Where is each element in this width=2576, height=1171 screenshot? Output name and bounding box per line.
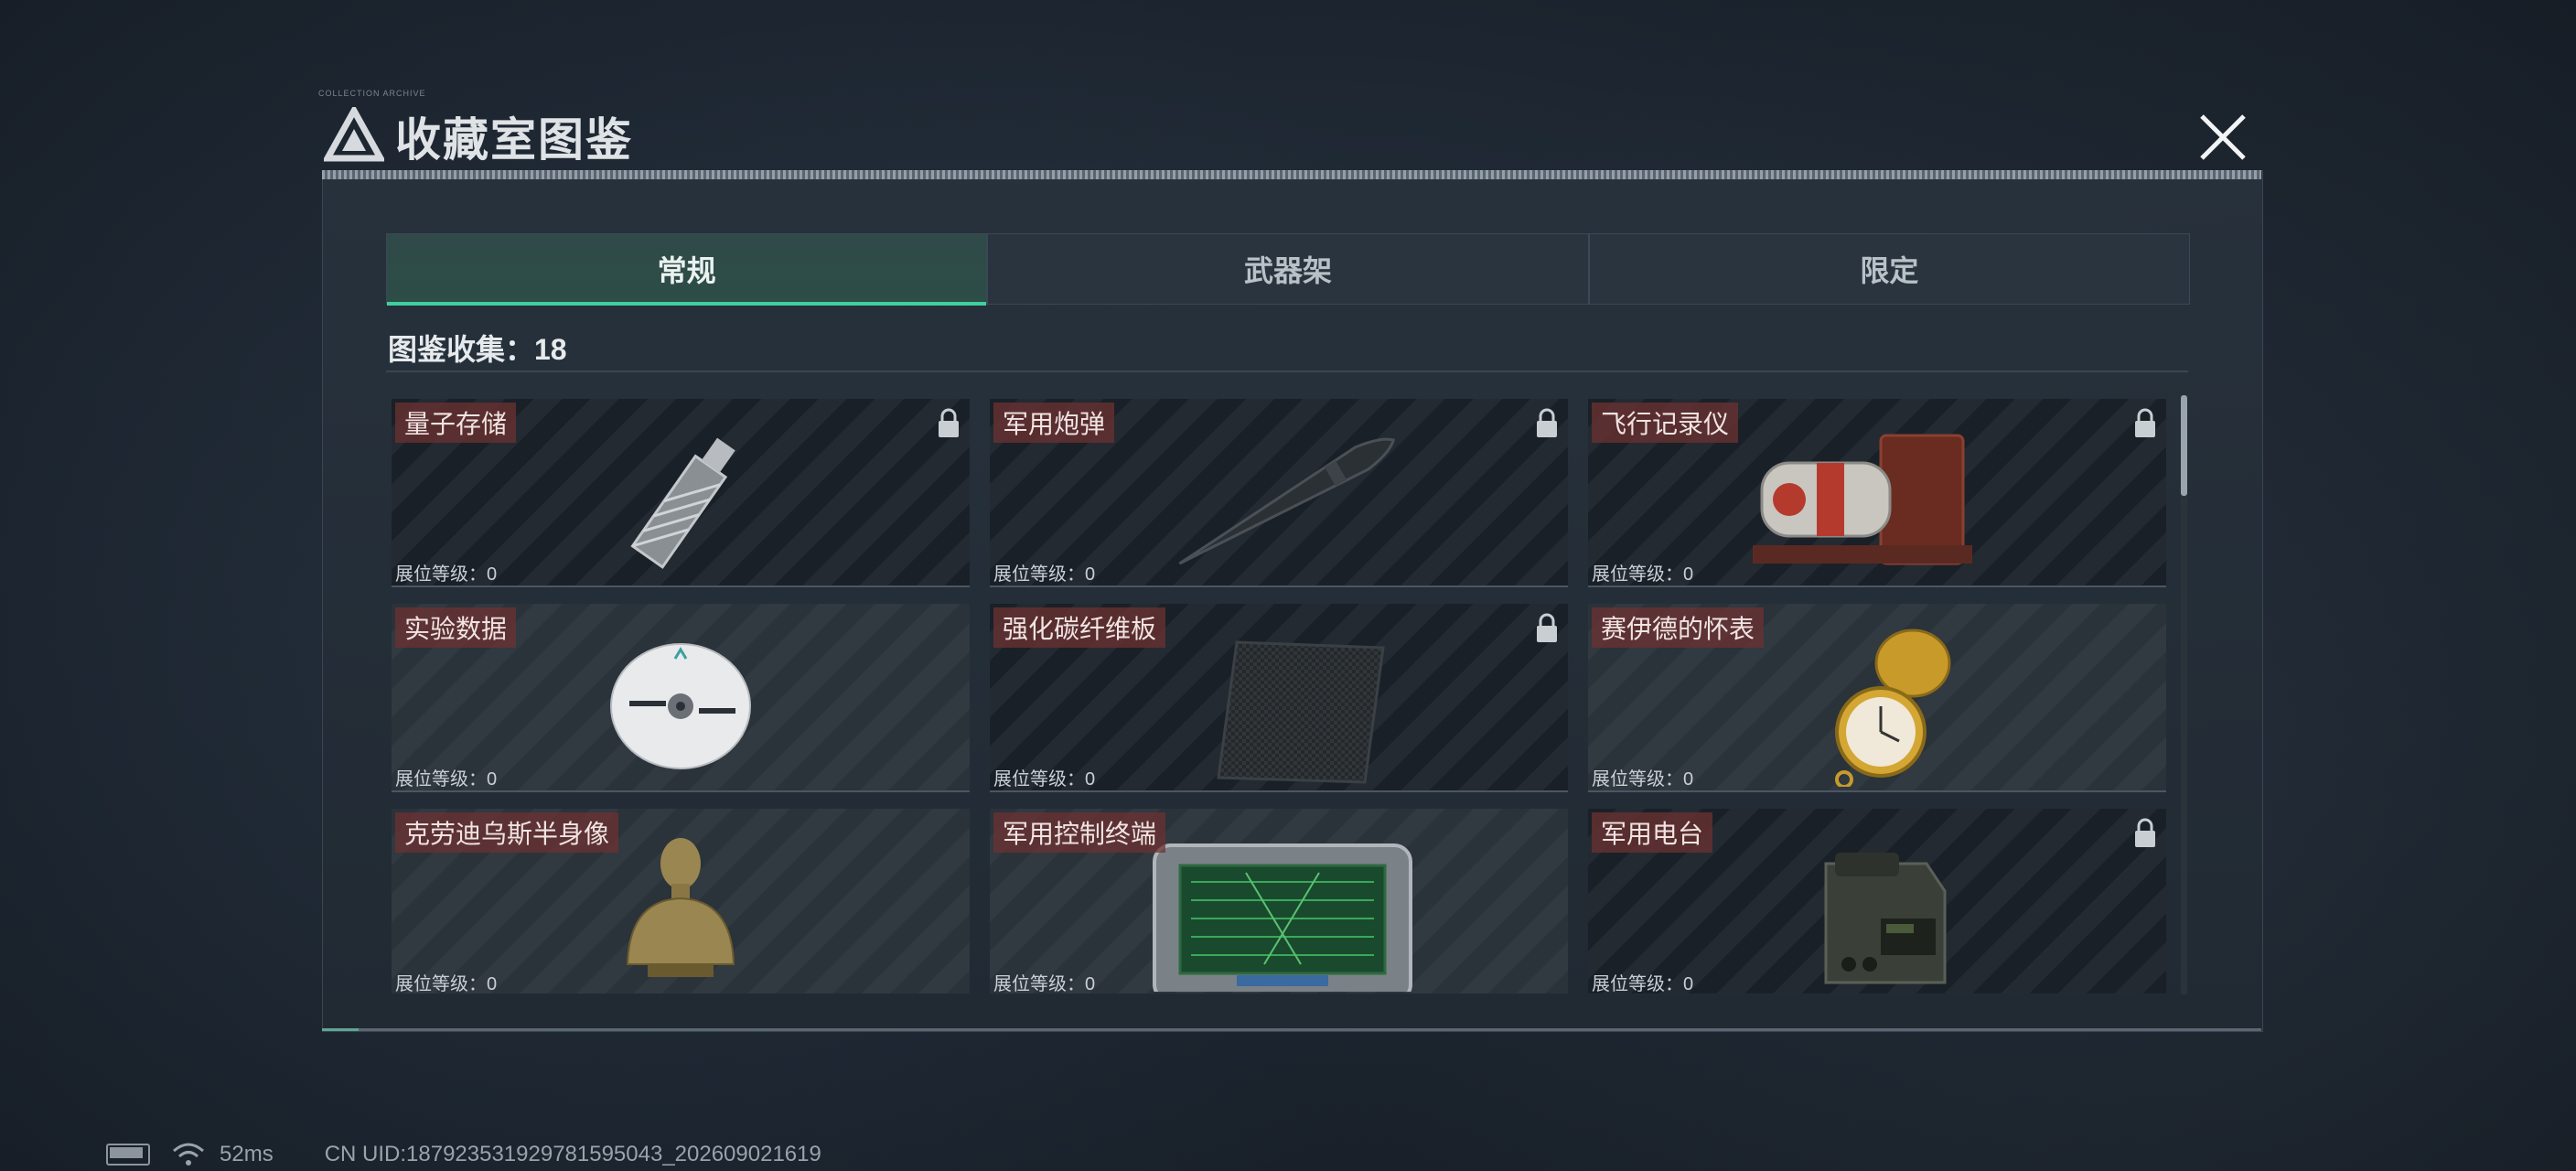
window-header: COLLECTION ARCHIVE 收藏室图鉴 [311,89,2264,171]
control-terminal-icon [1153,843,1412,992]
user-uid: CN UID:187923531929781595043_20260902161… [324,1142,821,1166]
item-name: 军用电台 [1592,812,1713,853]
ping-readout: 52ms [220,1142,274,1166]
item-card-experiment-data[interactable]: 实验数据 展位等级：0 [392,604,970,792]
item-name: 克劳迪乌斯半身像 [395,812,619,853]
lock-icon [2135,818,2155,847]
item-card-control-terminal[interactable]: 军用控制终端 展位等级：0 [990,809,1568,994]
item-name: 强化碳纤维板 [993,607,1166,648]
lock-icon [939,408,959,437]
display-level: 展位等级：0 [395,769,498,790]
lock-icon [1537,408,1557,437]
item-name: 军用控制终端 [993,812,1166,853]
page-title: 收藏室图鉴 [395,114,633,166]
artillery-shell-icon [1178,437,1396,565]
item-card-military-radio[interactable]: 军用电台 展位等级：0 [1588,809,2166,994]
scrollbar[interactable] [2181,395,2187,994]
display-level: 展位等级：0 [395,564,498,585]
item-name: 飞行记录仪 [1592,403,1739,443]
panel-bottom-border [322,1028,2261,1031]
flight-recorder-icon [1753,434,1972,565]
item-name: 量子存储 [395,403,517,443]
lock-icon [2135,408,2155,437]
item-card-pocket-watch[interactable]: 赛伊德的怀表 展位等级：0 [1588,604,2166,792]
display-level: 展位等级：0 [1592,769,1694,790]
usb-drive-icon [630,437,735,569]
item-card-claudius-bust[interactable]: 克劳迪乌斯半身像 展位等级：0 [392,809,970,994]
display-level: 展位等级：0 [395,974,498,994]
lock-icon [1537,613,1557,642]
carbon-plate-icon [1217,640,1385,784]
military-radio-icon [1824,853,1947,984]
collection-count: 图鉴收集：18 [388,333,567,366]
display-level: 展位等级：0 [993,974,1096,994]
close-icon[interactable] [2191,105,2255,169]
item-card-quantum-storage[interactable]: 量子存储 展位等级：0 [392,399,970,587]
tab-weapon-rack[interactable]: 武器架 [988,234,1590,304]
item-name: 实验数据 [395,607,517,648]
item-grid: 量子存储 展位等级：0 军用炮弹 展位等级：0 飞行记录仪 展位等级：0 实验数… [392,399,2166,994]
display-level: 展位等级：0 [1592,564,1694,585]
tab-limited[interactable]: 限定 [1590,234,2189,304]
pocket-watch-icon [1835,628,1951,787]
display-level: 展位等级：0 [993,769,1096,790]
display-level: 展位等级：0 [1592,974,1694,994]
tab-regular[interactable]: 常规 [387,234,989,306]
status-bar: 52ms CN UID:187923531929781595043_202609… [106,1142,821,1167]
divider [386,371,2188,372]
battery-icon [106,1144,150,1166]
item-name: 赛伊德的怀表 [1592,607,1765,648]
archive-logo-icon [324,107,384,162]
header-caption: COLLECTION ARCHIVE [318,89,426,98]
panel-top-border [322,170,2261,179]
item-card-carbon-fiber-plate[interactable]: 强化碳纤维板 展位等级：0 [990,604,1568,792]
display-level: 展位等级：0 [993,564,1096,585]
scroll-thumb[interactable] [2181,395,2187,496]
tab-bar: 常规 武器架 限定 [386,233,2190,306]
cd-disc-icon [610,643,751,769]
item-card-flight-recorder[interactable]: 飞行记录仪 展位等级：0 [1588,399,2166,587]
item-card-military-shell[interactable]: 军用炮弹 展位等级：0 [990,399,1568,587]
item-name: 军用炮弹 [993,403,1115,443]
wifi-icon [173,1143,204,1166]
